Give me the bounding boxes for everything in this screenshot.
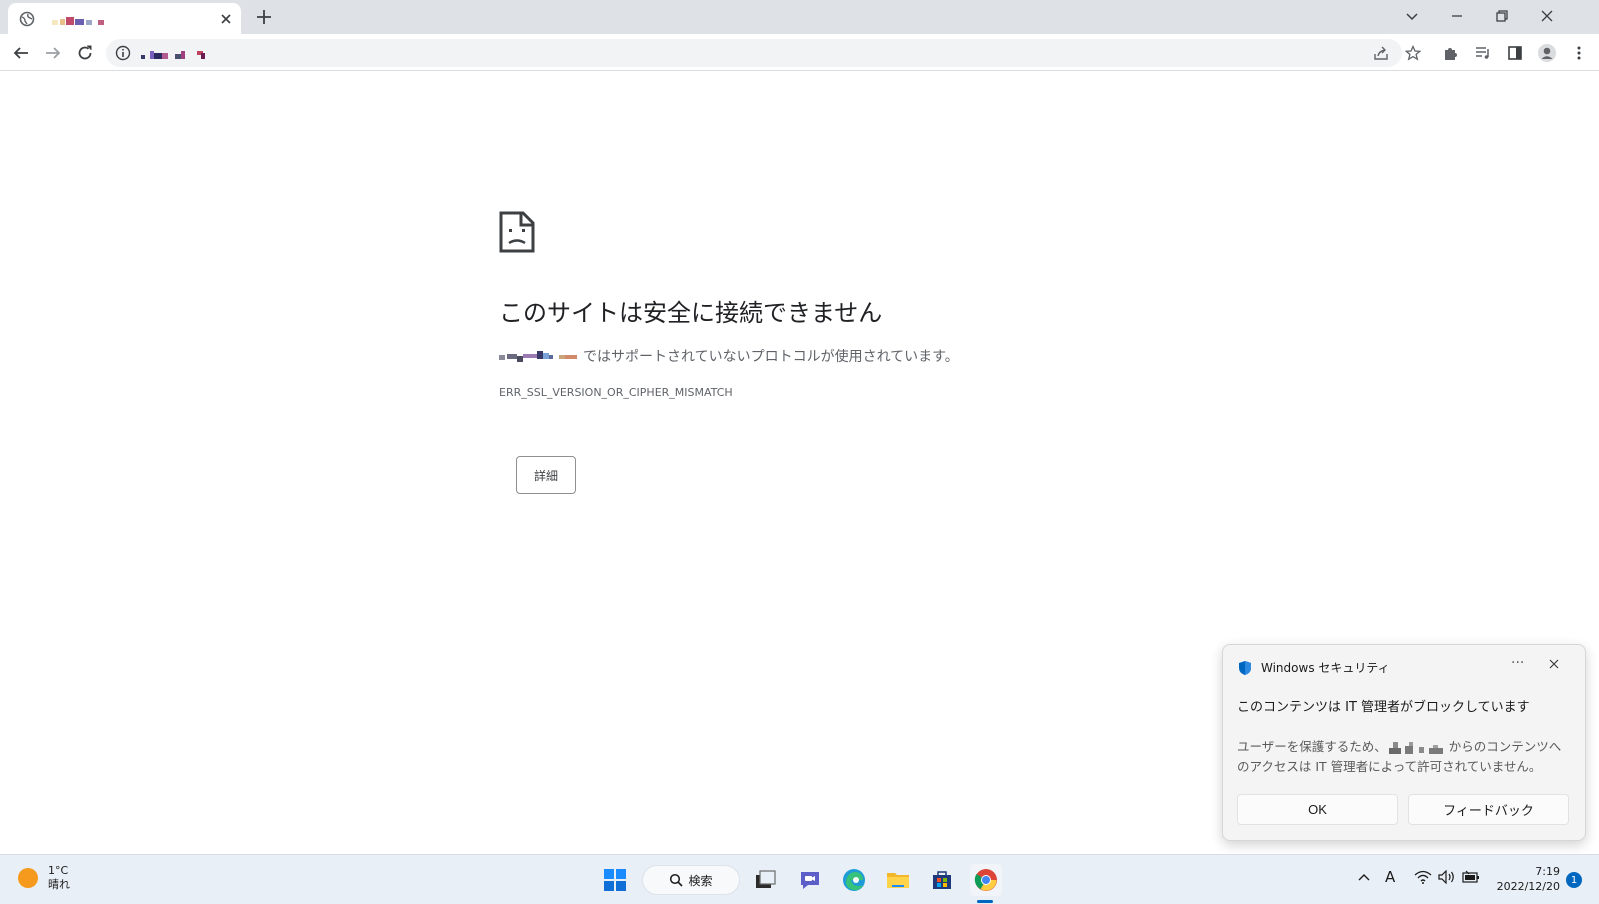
file-explorer-icon[interactable] (882, 864, 914, 896)
blocked-host-redacted (1388, 741, 1447, 754)
chat-icon[interactable] (794, 864, 826, 896)
notification-app-name: Windows セキュリティ (1261, 661, 1390, 675)
battery-icon[interactable] (1462, 870, 1480, 884)
minimize-icon[interactable] (1445, 5, 1469, 27)
taskbar-clock[interactable]: 7:19 2022/12/20 (1495, 864, 1560, 894)
store-icon[interactable] (926, 864, 958, 896)
error-description-text: ではサポートされていないプロトコルが使用されています。 (583, 349, 959, 365)
security-notification: Windows セキュリティ ··· このコンテンツは IT 管理者がブロックし… (1222, 644, 1586, 841)
sun-icon (18, 868, 38, 888)
task-view-icon[interactable] (750, 864, 782, 896)
error-description: ではサポートされていないプロトコルが使用されています。 (499, 346, 959, 366)
notification-title: このコンテンツは IT 管理者がブロックしています (1237, 700, 1530, 715)
back-icon[interactable] (10, 42, 32, 64)
side-panel-icon[interactable] (1504, 42, 1526, 64)
tab-close-icon[interactable] (218, 11, 234, 27)
search-icon (669, 873, 688, 887)
chevron-up-icon[interactable] (1357, 870, 1371, 884)
more-options-icon[interactable]: ··· (1511, 655, 1524, 671)
browser-tab[interactable] (8, 3, 241, 34)
profile-avatar-icon[interactable] (1536, 42, 1558, 64)
url-redacted (141, 51, 211, 59)
hostname-redacted (499, 350, 579, 362)
start-icon[interactable] (599, 864, 631, 896)
volume-icon[interactable] (1438, 870, 1456, 884)
weather-temp: 1°C (48, 864, 69, 877)
weather-condition: 晴れ (48, 878, 70, 891)
new-tab-icon[interactable] (254, 7, 274, 27)
taskbar-search[interactable]: 検索 (642, 865, 740, 895)
edge-icon[interactable] (838, 864, 870, 896)
restore-icon[interactable] (1490, 5, 1514, 27)
tab-search-icon[interactable] (1400, 5, 1424, 27)
notification-body-prefix: ユーザーを保護するため、 (1237, 739, 1387, 754)
share-icon[interactable] (1370, 42, 1392, 64)
notification-close-icon[interactable] (1548, 658, 1560, 670)
taskbar: 1°C 晴れ 検索 A 7:19 2022/12/20 1 (0, 854, 1599, 904)
bookmark-star-icon[interactable] (1402, 42, 1424, 64)
media-controls-icon[interactable] (1472, 42, 1494, 64)
globe-icon (19, 11, 35, 27)
clock-time: 7:19 (1535, 865, 1560, 878)
sad-document-icon (499, 211, 535, 253)
forward-icon[interactable] (42, 42, 64, 64)
menu-kebab-icon[interactable] (1568, 42, 1590, 64)
wifi-icon[interactable] (1414, 870, 1432, 884)
search-label: 検索 (688, 873, 713, 888)
notification-badge[interactable]: 1 (1566, 872, 1582, 888)
active-app-indicator (977, 900, 993, 903)
window-close-icon[interactable] (1535, 5, 1559, 27)
feedback-button[interactable]: フィードバック (1408, 794, 1569, 825)
weather-widget[interactable]: 1°C 晴れ (18, 864, 70, 892)
browser-toolbar (0, 34, 1599, 71)
chrome-icon[interactable] (970, 864, 1002, 896)
tab-strip (0, 0, 1599, 34)
reload-icon[interactable] (74, 42, 96, 64)
extensions-icon[interactable] (1440, 42, 1462, 64)
details-button[interactable]: 詳細 (516, 456, 576, 494)
shield-icon (1237, 660, 1261, 676)
notification-header: Windows セキュリティ (1237, 659, 1390, 676)
tab-title-redacted (52, 17, 108, 25)
address-bar[interactable] (106, 39, 1402, 67)
clock-date: 2022/12/20 (1496, 880, 1560, 893)
error-code: ERR_SSL_VERSION_OR_CIPHER_MISMATCH (499, 386, 733, 399)
error-title: このサイトは安全に接続できません (499, 299, 883, 327)
notification-body: ユーザーを保護するため、 からのコンテンツへのアクセスは IT 管理者によって許可… (1237, 737, 1573, 777)
ime-indicator[interactable]: A (1385, 868, 1395, 886)
site-info-icon[interactable] (115, 45, 131, 61)
ok-button[interactable]: OK (1237, 794, 1398, 825)
